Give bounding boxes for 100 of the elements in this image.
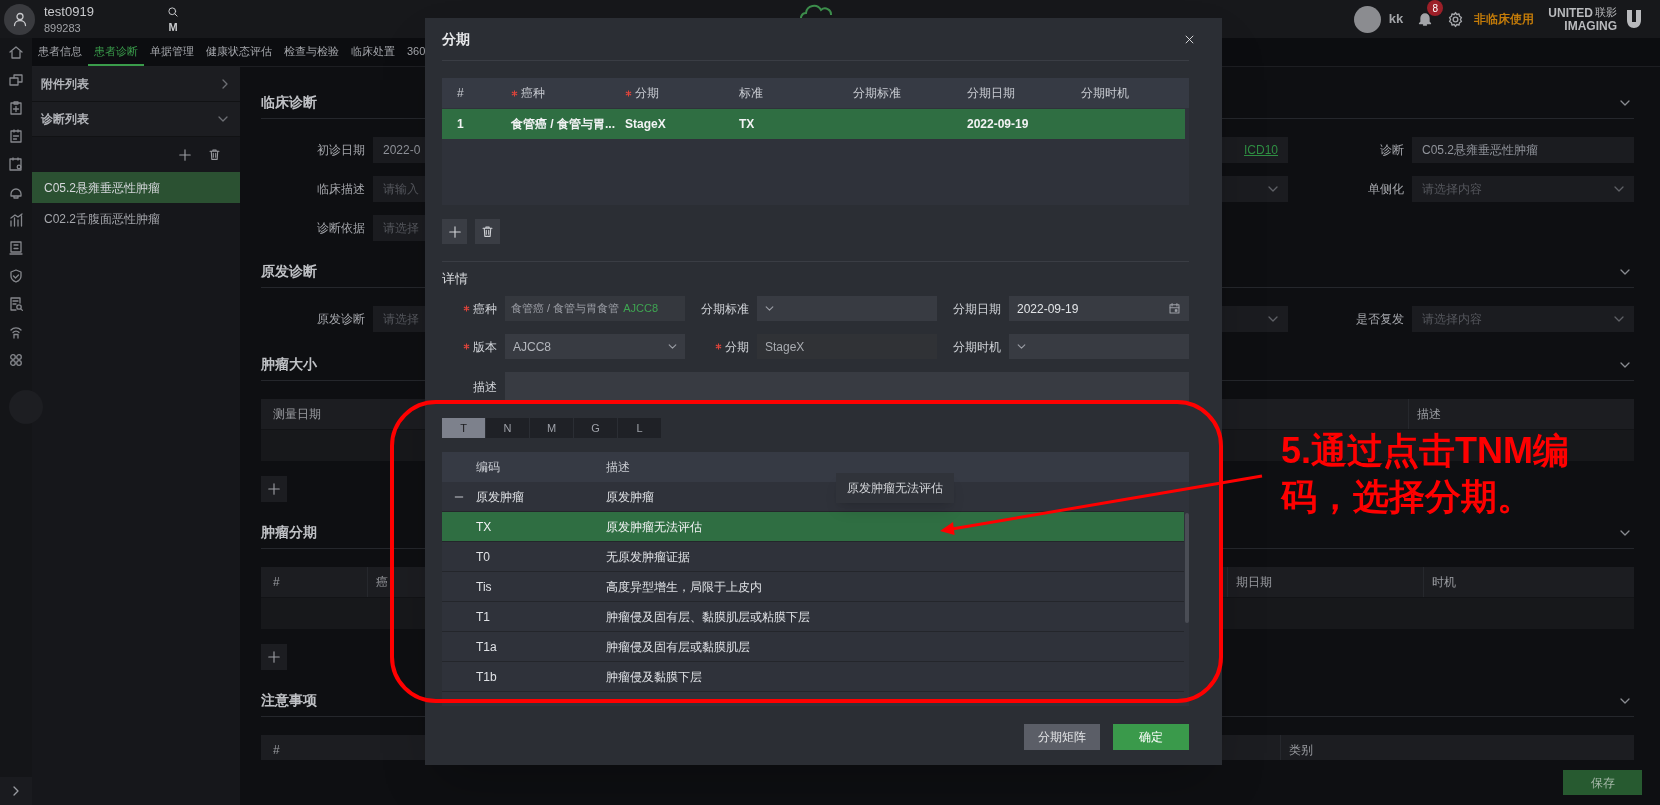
table-row[interactable]: TX 原发肿瘤无法评估 bbox=[442, 512, 1184, 542]
user-name: kk bbox=[1388, 10, 1404, 29]
column-header: 标准 bbox=[739, 85, 763, 102]
diagnosis-item[interactable]: C02.2舌腹面恶性肿瘤 bbox=[32, 203, 240, 234]
cascader-field[interactable]: 食管癌 / 食管与胃食管 AJCC8 bbox=[505, 296, 685, 321]
table-cell: 1 bbox=[457, 117, 464, 131]
table-cell: 食管癌 / 食管与胃... bbox=[511, 117, 615, 131]
usage-notice: 非临床使用 bbox=[1474, 11, 1535, 28]
select-field[interactable]: AJCC8 bbox=[505, 334, 685, 359]
section-title: 临床诊断 bbox=[261, 95, 317, 109]
column-header: 描述 bbox=[606, 459, 631, 476]
table-row[interactable]: 1 食管癌 / 食管与胃... StageX TX 2022-09-19 bbox=[442, 109, 1185, 139]
column-header: # bbox=[273, 742, 280, 759]
panel-section-header[interactable]: 诊断列表 bbox=[32, 102, 240, 137]
date-field[interactable]: 2022-09-19 bbox=[1009, 296, 1189, 321]
table-cell-text: TX bbox=[476, 518, 492, 536]
input-field[interactable]: C05.2悬雍垂恶性肿瘤 bbox=[1412, 137, 1634, 163]
field-label: 诊断 bbox=[1379, 142, 1404, 159]
field-label: 版本 bbox=[473, 338, 497, 356]
table-cell-text: 肿瘤侵及固有层、黏膜肌层或粘膜下层 bbox=[606, 608, 810, 626]
table-cell-text: 高度异型增生，局限于上皮内 bbox=[606, 578, 762, 596]
nav-tab[interactable]: 360 bbox=[401, 38, 432, 66]
column-header: 测量日期 bbox=[273, 406, 321, 423]
column-header: # bbox=[457, 85, 464, 102]
table-cell-text: T0 bbox=[476, 548, 490, 566]
version-tag: AJCC8 bbox=[623, 300, 658, 317]
table-cell-text: T1 bbox=[476, 608, 490, 626]
code-link[interactable]: ICD10 bbox=[1244, 141, 1278, 159]
column-header: 癌种 bbox=[521, 85, 545, 102]
readonly-field: StageX bbox=[757, 334, 937, 359]
table-cell: TX bbox=[739, 117, 755, 131]
column-header: 时机 bbox=[1432, 574, 1456, 591]
brand-subname: IMAGING bbox=[1564, 19, 1617, 32]
field-label: 分期标准 bbox=[701, 300, 749, 318]
table-cell: StageX bbox=[625, 117, 666, 131]
notification-badge: 8 bbox=[1427, 0, 1444, 16]
tooltip: 原发肿瘤无法评估 bbox=[836, 473, 954, 503]
table-cell-text: 无原发肿瘤证据 bbox=[606, 548, 690, 566]
table-row[interactable]: T0 无原发肿瘤证据 bbox=[442, 542, 1184, 572]
column-header: 分期标准 bbox=[853, 85, 901, 102]
field-label: 原发诊断 bbox=[316, 311, 365, 328]
column-header: # bbox=[273, 574, 280, 591]
table-cell-text: 肿瘤侵及黏膜下层 bbox=[606, 668, 702, 686]
dialog-title: 分期 bbox=[442, 29, 470, 49]
field-label: 分期 bbox=[725, 338, 749, 356]
table-row[interactable]: T1b 肿瘤侵及黏膜下层 bbox=[442, 662, 1184, 692]
tnm-tab[interactable]: L bbox=[618, 418, 661, 438]
field-label: 是否复发 bbox=[1355, 311, 1404, 328]
field-label: 诊断依据 bbox=[316, 220, 365, 237]
field-label: 临床描述 bbox=[316, 181, 365, 198]
table-cell-text: Tis bbox=[476, 578, 492, 596]
field-label: 分期时机 bbox=[953, 338, 1001, 356]
column-header: 编码 bbox=[476, 459, 501, 476]
table-row[interactable]: Tis 高度异型增生，局限于上皮内 bbox=[442, 572, 1184, 602]
confirm-button[interactable]: 确定 bbox=[1113, 724, 1189, 750]
column-header: 类别 bbox=[1289, 742, 1313, 759]
column-header: 癌 bbox=[376, 574, 388, 591]
brand-name: UNITED bbox=[1548, 6, 1593, 19]
field-label: 癌种 bbox=[473, 300, 497, 318]
table-cell-text: 原发肿瘤 bbox=[606, 488, 654, 506]
table-row[interactable]: T1 肿瘤侵及固有层、黏膜肌层或粘膜下层 bbox=[442, 602, 1184, 632]
nav-tab[interactable]: 患者信息 bbox=[32, 38, 88, 66]
column-header: 分期时机 bbox=[1081, 85, 1129, 102]
tnm-tab[interactable]: G bbox=[574, 418, 617, 438]
section-title: 肿瘤分期 bbox=[261, 525, 317, 539]
panel-section-header[interactable]: 附件列表 bbox=[32, 67, 240, 102]
tnm-tab[interactable]: M bbox=[530, 418, 573, 438]
patient-name: test0919 bbox=[44, 4, 95, 18]
column-header: 期日期 bbox=[1236, 574, 1272, 591]
field-label: 分期日期 bbox=[953, 300, 1001, 318]
table-cell-text: 肿瘤侵及固有层或黏膜肌层 bbox=[606, 638, 750, 656]
tnm-tab[interactable]: T bbox=[442, 418, 485, 438]
save-button[interactable]: 保存 bbox=[1563, 770, 1642, 795]
table-cell-text: 原发肿瘤无法评估 bbox=[606, 518, 702, 536]
initial-label: M bbox=[168, 21, 178, 33]
tnm-tab[interactable]: N bbox=[486, 418, 529, 438]
column-header: 分期日期 bbox=[967, 85, 1015, 102]
table-cell-text: T1a bbox=[476, 638, 497, 656]
table-cell-text: T1b bbox=[476, 668, 497, 686]
field-label: 初诊日期 bbox=[316, 142, 365, 159]
column-header: 分期 bbox=[635, 85, 659, 102]
brand-name-cn: 联影 bbox=[1595, 7, 1617, 18]
annotation-text: 5.通过点击TNM编码，选择分期。 bbox=[1281, 429, 1570, 519]
nav-tab[interactable]: 检查与检验 bbox=[278, 38, 345, 66]
section-title: 详情 bbox=[442, 271, 468, 287]
field-label: 单侧化 bbox=[1367, 181, 1404, 198]
table-cell: 2022-09-19 bbox=[967, 117, 1029, 131]
secondary-button[interactable]: 分期矩阵 bbox=[1024, 724, 1100, 750]
field-label: 描述 bbox=[473, 379, 497, 396]
table-row[interactable]: T1a 肿瘤侵及固有层或黏膜肌层 bbox=[442, 632, 1184, 662]
nav-tab[interactable]: 临床处置 bbox=[345, 38, 401, 66]
column-header: 描述 bbox=[1417, 406, 1441, 423]
nav-tab[interactable]: 单据管理 bbox=[144, 38, 200, 66]
table-cell-text: 原发肿瘤 bbox=[476, 488, 524, 506]
patient-id: 899283 bbox=[44, 22, 82, 34]
section-title: 原发诊断 bbox=[261, 264, 317, 278]
diagnosis-item[interactable]: C05.2悬雍垂恶性肿瘤 bbox=[32, 172, 240, 203]
nav-tab[interactable]: 健康状态评估 bbox=[200, 38, 278, 66]
section-title: 注意事项 bbox=[261, 693, 317, 707]
section-title: 肿瘤大小 bbox=[261, 357, 317, 371]
